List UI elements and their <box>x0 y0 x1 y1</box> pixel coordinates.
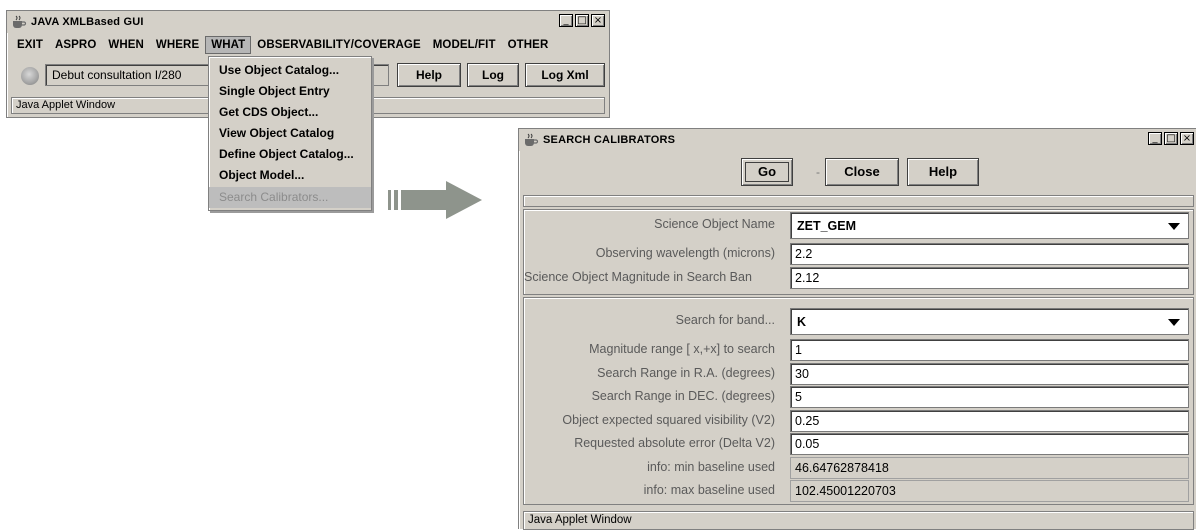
status-light-icon <box>21 67 39 85</box>
menu-aspro[interactable]: ASPRO <box>49 36 102 54</box>
close-button[interactable]: Close <box>825 158 899 186</box>
expected-visibility-input[interactable]: 0.25 <box>790 410 1189 432</box>
close-window-button[interactable]: × <box>591 14 605 27</box>
search-range-dec-input[interactable]: 5 <box>790 386 1189 408</box>
maximize-button[interactable]: □ <box>1164 132 1178 145</box>
title-bar[interactable]: JAVA XMLBased GUI _ □ × <box>7 11 609 33</box>
search-calibrators-window: SEARCH CALIBRATORS _ □ × Go - Close Help… <box>518 128 1196 530</box>
max-baseline-value: 102.45001220703 <box>790 480 1189 502</box>
dropdown-caret-icon <box>1168 319 1180 326</box>
science-object-name-select[interactable]: ZET_GEM <box>790 212 1189 239</box>
menu-bar: EXIT ASPRO WHEN WHERE WHAT OBSERVABILITY… <box>11 35 554 55</box>
separator: - <box>816 165 820 179</box>
window-title: JAVA XMLBased GUI <box>31 16 144 28</box>
java-cup-icon <box>11 15 27 29</box>
menu-when[interactable]: WHEN <box>102 36 150 54</box>
form-row: Science Object Magnitude in Search Ban 2… <box>524 266 1193 289</box>
applet-status-bar: Java Applet Window <box>523 511 1194 530</box>
minimize-button[interactable]: _ <box>559 14 573 27</box>
absolute-error-input[interactable]: 0.05 <box>790 433 1189 455</box>
field-label: Observing wavelength (microns) <box>595 246 775 260</box>
java-cup-icon <box>523 133 539 147</box>
help-button[interactable]: Help <box>397 63 461 87</box>
select-value: K <box>797 315 807 329</box>
field-label: Search for band... <box>675 313 775 327</box>
field-label: Search Range in DEC. (degrees) <box>591 389 775 403</box>
dropdown-caret-icon <box>1168 223 1180 230</box>
minimize-button[interactable]: _ <box>1148 132 1162 145</box>
menu-other[interactable]: OTHER <box>502 36 555 54</box>
action-bar: Go - Close Help <box>519 157 1196 189</box>
title-bar[interactable]: SEARCH CALIBRATORS _ □ × <box>519 129 1196 151</box>
menu-exit[interactable]: EXIT <box>11 36 49 54</box>
window-title: SEARCH CALIBRATORS <box>543 134 676 146</box>
field-label: Magnitude range [ x,+x] to search <box>589 342 775 356</box>
menu-view-object-catalog[interactable]: View Object Catalog <box>209 123 371 144</box>
observing-wavelength-input[interactable]: 2.2 <box>790 243 1189 265</box>
menu-what[interactable]: WHAT <box>205 36 252 54</box>
menu-use-object-catalog[interactable]: Use Object Catalog... <box>209 60 371 81</box>
magnitude-range-input[interactable]: 1 <box>790 339 1189 361</box>
menu-define-object-catalog[interactable]: Define Object Catalog... <box>209 144 371 165</box>
maximize-button[interactable]: □ <box>575 14 589 27</box>
menu-get-cds-object[interactable]: Get CDS Object... <box>209 102 371 123</box>
min-baseline-value: 46.64762878418 <box>790 457 1189 479</box>
form-row: Magnitude range [ x,+x] to search 1 <box>524 338 1193 361</box>
form-row: Search Range in R.A. (degrees) 30 <box>524 362 1193 385</box>
log-xml-button[interactable]: Log Xml <box>525 63 605 87</box>
menu-search-calibrators[interactable]: Search Calibrators... <box>209 187 371 208</box>
field-label: Search Range in R.A. (degrees) <box>597 366 775 380</box>
form-row: Observing wavelength (microns) 2.2 <box>524 242 1193 265</box>
science-object-panel: Science Object Name ZET_GEM Observing wa… <box>523 209 1194 295</box>
form-row: Search for band... K <box>524 308 1193 336</box>
menu-where[interactable]: WHERE <box>150 36 205 54</box>
field-label: info: min baseline used <box>647 460 775 474</box>
what-dropdown-menu: Use Object Catalog... Single Object Entr… <box>208 56 372 211</box>
form-row: Search Range in DEC. (degrees) 5 <box>524 385 1193 408</box>
go-button[interactable]: Go <box>741 158 793 186</box>
log-button[interactable]: Log <box>467 63 519 87</box>
menu-observability-coverage[interactable]: OBSERVABILITY/COVERAGE <box>251 36 426 54</box>
select-value: ZET_GEM <box>797 219 857 233</box>
field-label: info: max baseline used <box>643 483 775 497</box>
form-row: Object expected squared visibility (V2) … <box>524 409 1193 432</box>
field-label: Requested absolute error (Delta V2) <box>574 436 775 450</box>
form-row: Science Object Name ZET_GEM <box>524 212 1193 240</box>
close-window-button[interactable]: × <box>1180 132 1194 145</box>
form-row: Requested absolute error (Delta V2) 0.05 <box>524 432 1193 455</box>
field-label: Science Object Name <box>654 217 775 231</box>
science-object-magnitude-input[interactable]: 2.12 <box>790 267 1189 289</box>
menu-object-model[interactable]: Object Model... <box>209 165 371 186</box>
search-parameters-panel: Search for band... K Magnitude range [ x… <box>523 297 1194 505</box>
help-button[interactable]: Help <box>907 158 979 186</box>
form-row: info: max baseline used 102.45001220703 <box>524 479 1193 502</box>
search-range-ra-input[interactable]: 30 <box>790 363 1189 385</box>
empty-strip <box>523 195 1194 207</box>
search-band-select[interactable]: K <box>790 308 1189 335</box>
field-label: Object expected squared visibility (V2) <box>562 413 775 427</box>
form-row: info: min baseline used 46.64762878418 <box>524 456 1193 479</box>
right-arrow-icon <box>388 181 484 219</box>
menu-model-fit[interactable]: MODEL/FIT <box>427 36 502 54</box>
field-label: Science Object Magnitude in Search Ban <box>524 270 752 284</box>
menu-single-object-entry[interactable]: Single Object Entry <box>209 81 371 102</box>
